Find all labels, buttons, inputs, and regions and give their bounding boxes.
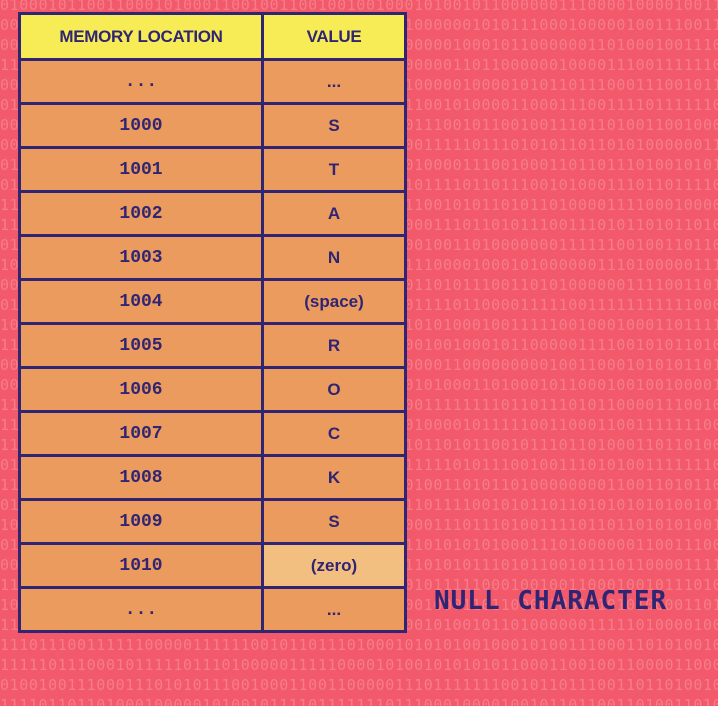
memory-location-cell: 1007 (18, 410, 264, 457)
memory-value-cell: ... (261, 58, 407, 105)
header-memory-location: MEMORY LOCATION (18, 12, 264, 61)
memory-location-cell: ... (18, 58, 264, 105)
memory-location-cell: 1001 (18, 146, 264, 193)
table-row: 1000 S (18, 102, 407, 149)
table-row: 1007 C (18, 410, 407, 457)
table-row: 1002 A (18, 190, 407, 237)
memory-location-cell: 1005 (18, 322, 264, 369)
memory-location-cell: 1009 (18, 498, 264, 545)
table-row: ... ... (18, 586, 407, 633)
table-header-row: MEMORY LOCATION VALUE (18, 12, 407, 61)
memory-value-cell: (space) (261, 278, 407, 325)
table-row: 1005 R (18, 322, 407, 369)
table-row: ... ... (18, 58, 407, 105)
table-row: 1003 N (18, 234, 407, 281)
memory-value-cell: R (261, 322, 407, 369)
null-character-value-cell: (zero) (261, 542, 407, 589)
memory-location-cell: 1002 (18, 190, 264, 237)
memory-location-cell: ... (18, 586, 264, 633)
table-row: 1009 S (18, 498, 407, 545)
memory-location-cell: 1003 (18, 234, 264, 281)
table-row: 1010 (zero) (18, 542, 407, 589)
binary-pattern-line: 1110111001111110000011111100101101110100… (0, 636, 718, 654)
memory-value-cell: ... (261, 586, 407, 633)
table-row: 1001 T (18, 146, 407, 193)
memory-value-cell: S (261, 102, 407, 149)
memory-value-cell: O (261, 366, 407, 413)
memory-location-cell: 1010 (18, 542, 264, 589)
header-value: VALUE (261, 12, 407, 61)
table-row: 1004 (space) (18, 278, 407, 325)
memory-location-cell: 1004 (18, 278, 264, 325)
memory-value-cell: S (261, 498, 407, 545)
memory-value-cell: K (261, 454, 407, 501)
memory-location-cell: 1008 (18, 454, 264, 501)
binary-pattern-line: 1111101110001011111011101000001111100001… (0, 656, 718, 674)
memory-location-cell: 1006 (18, 366, 264, 413)
memory-value-cell: A (261, 190, 407, 237)
binary-pattern-line: 1111011011010001000001010010111101111111… (0, 696, 718, 706)
table-row: 1006 O (18, 366, 407, 413)
memory-value-cell: T (261, 146, 407, 193)
binary-pattern-line: 0100100111000111010101110010001100110000… (0, 676, 718, 694)
memory-value-cell: N (261, 234, 407, 281)
memory-location-cell: 1000 (18, 102, 264, 149)
memory-table: MEMORY LOCATION VALUE ... ... 1000 S 100… (18, 12, 407, 633)
table-row: 1008 K (18, 454, 407, 501)
memory-value-cell: C (261, 410, 407, 457)
null-character-label: NULL CHARACTER (434, 586, 668, 616)
